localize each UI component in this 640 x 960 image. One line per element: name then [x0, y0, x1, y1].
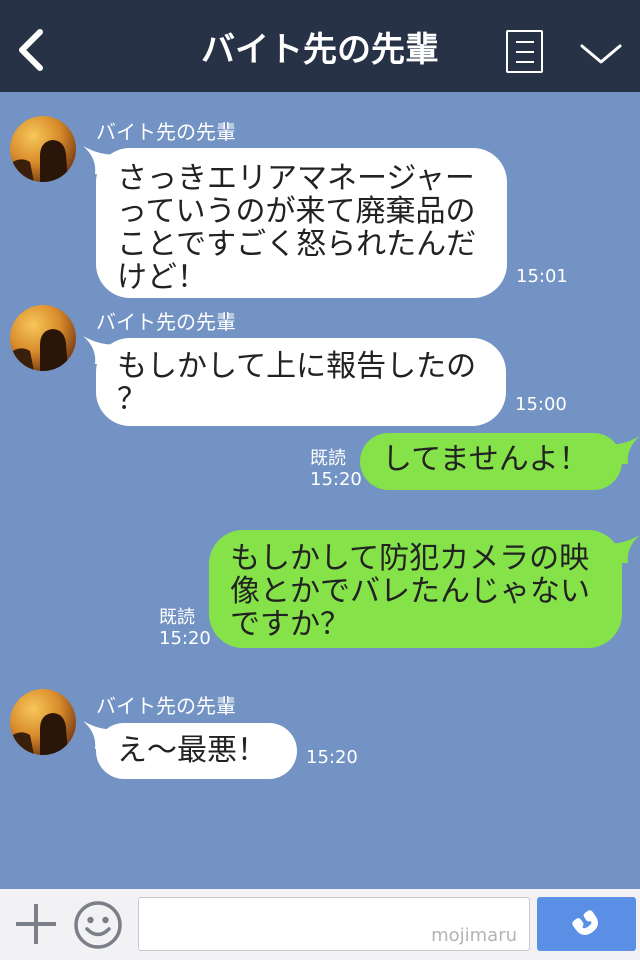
chevron-down-icon — [580, 44, 622, 64]
phone-icon — [572, 910, 598, 936]
call-button[interactable] — [537, 897, 636, 951]
message-time: 15:20 — [306, 747, 358, 768]
chat-area[interactable]: バイト先の先輩 さっきエリアマネージャー っていうのが来て廃棄品の ことですごく… — [0, 92, 640, 889]
message-line: もしかして上に報告したの — [117, 349, 477, 384]
sender-name: バイト先の先輩 — [96, 310, 236, 334]
message-input[interactable]: mojimaru — [138, 897, 530, 951]
message-time: 15:00 — [515, 394, 567, 415]
plus-icon — [16, 904, 56, 944]
message-line: っていうのが来て廃棄品の — [117, 194, 476, 229]
message-line: してませんよ！ — [382, 442, 589, 477]
message-bubble[interactable]: さっきエリアマネージャー っていうのが来て廃棄品の ことですごく怒られたんだ け… — [96, 148, 507, 298]
message-time: 15:20 — [310, 469, 362, 490]
message-line: え〜最悪！ — [117, 733, 267, 768]
message-bubble[interactable]: もしかして上に報告したの ？ — [96, 338, 506, 426]
read-label: 既読 — [159, 607, 195, 628]
avatar[interactable] — [10, 305, 76, 371]
expand-button[interactable] — [578, 38, 624, 68]
message-line: ことですごく怒られたんだ — [117, 227, 477, 262]
emoji-button[interactable] — [73, 900, 123, 950]
message-line: さっきエリアマネージャー — [117, 161, 475, 196]
smiley-icon — [74, 901, 122, 949]
sender-name: バイト先の先輩 — [96, 120, 236, 144]
message-bubble[interactable]: してませんよ！ — [360, 433, 622, 490]
read-receipt: 既読 15:20 — [159, 607, 211, 649]
menu-button[interactable] — [506, 30, 543, 73]
message-time: 15:01 — [516, 266, 568, 287]
message-time: 15:20 — [159, 628, 211, 649]
message-line: ？ — [117, 382, 147, 417]
read-label: 既読 — [310, 448, 346, 469]
avatar[interactable] — [10, 689, 76, 755]
sender-name: バイト先の先輩 — [96, 694, 236, 718]
message-line: ですか？ — [230, 607, 350, 642]
add-button[interactable] — [14, 902, 58, 946]
message-line: 像とかでバレたんじゃない — [230, 574, 590, 609]
avatar[interactable] — [10, 116, 76, 182]
message-line: けど！ — [117, 260, 207, 295]
watermark: mojimaru — [431, 925, 517, 946]
message-bubble[interactable]: え〜最悪！ — [96, 723, 297, 779]
chat-title: バイト先の先輩 — [201, 30, 439, 70]
message-bubble[interactable]: もしかして防犯カメラの映 像とかでバレたんじゃない ですか？ — [209, 530, 622, 648]
chat-header: バイト先の先輩 — [0, 0, 640, 92]
message-line: もしかして防犯カメラの映 — [230, 541, 590, 576]
read-receipt: 既読 15:20 — [310, 448, 362, 490]
